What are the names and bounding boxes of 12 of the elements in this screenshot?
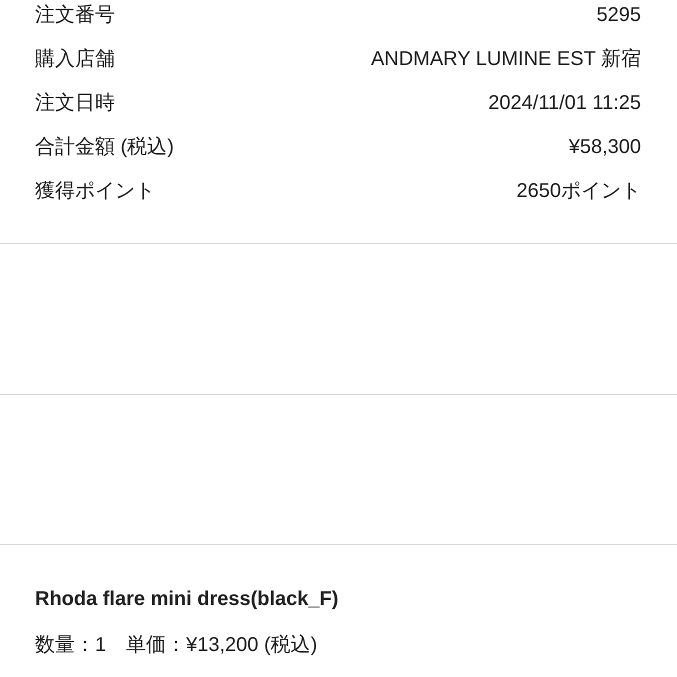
detail-label: 注文日時 — [35, 91, 115, 116]
detail-value: ANDMARY LUMINE EST 新宿 — [370, 47, 641, 72]
detail-label: 獲得ポイント — [35, 179, 155, 204]
detail-value: 2650ポイント — [516, 179, 641, 204]
detail-value: 5295 — [596, 3, 641, 28]
detail-label: 注文番号 — [35, 3, 115, 28]
detail-value: 2024/11/01 11:25 — [488, 91, 641, 116]
product-name: Rhoda flare mini dress(black_F) — [35, 587, 340, 612]
detail-label: 購入店舗 — [35, 47, 115, 72]
detail-label: 合計金額 (税込) — [35, 135, 174, 160]
detail-value: ¥58,300 — [568, 135, 641, 160]
product-quantity-price: 数量：1 単価：¥13,200 (税込) — [35, 633, 318, 658]
